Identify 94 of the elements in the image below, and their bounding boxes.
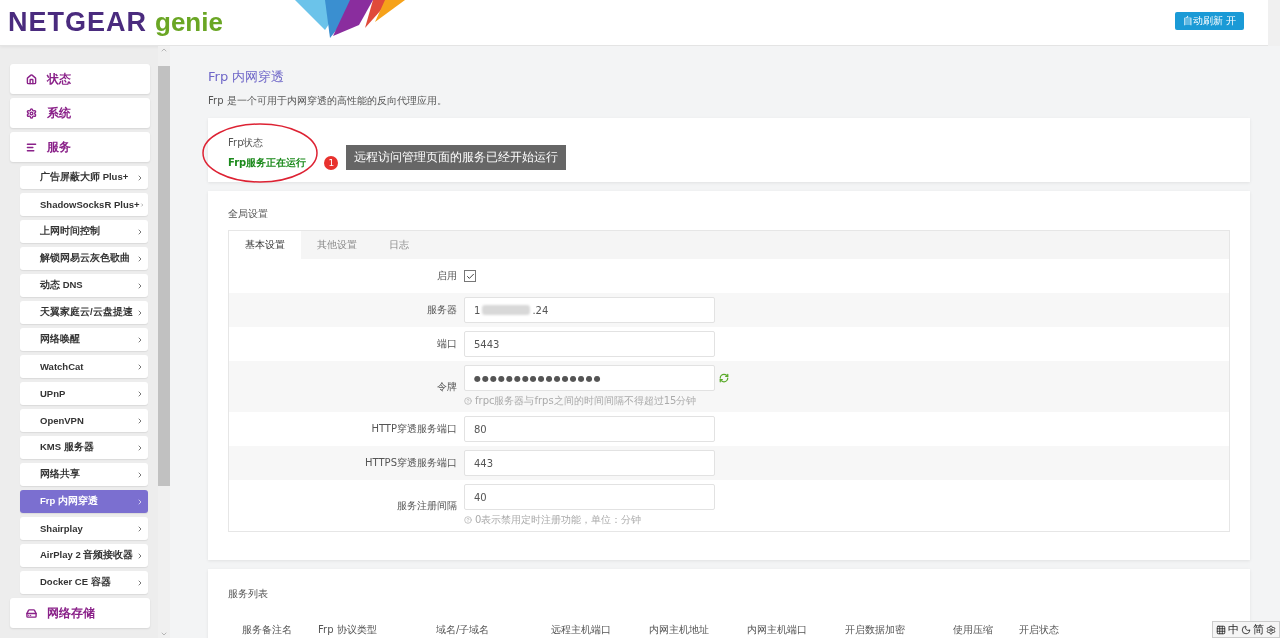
scroll-down-icon[interactable] bbox=[160, 630, 168, 638]
nav-subitem[interactable]: ShadowSocksR Plus+ bbox=[20, 193, 148, 216]
page-title: Frp 内网穿透 bbox=[208, 68, 286, 86]
status-value: Frp服务正在运行 bbox=[228, 156, 307, 170]
scrollbar[interactable] bbox=[1268, 0, 1280, 46]
logo-text: genie bbox=[155, 7, 223, 38]
chevron-icon bbox=[136, 470, 144, 479]
chevron-icon bbox=[136, 578, 144, 587]
column-header: 开启状态 bbox=[1019, 623, 1060, 637]
drive-icon bbox=[26, 607, 37, 619]
chevron-icon bbox=[136, 416, 144, 425]
ime-mode[interactable]: 简 bbox=[1253, 622, 1264, 637]
nav-item[interactable]: 状态 bbox=[10, 64, 150, 94]
ime-mode[interactable]: 中 bbox=[1228, 622, 1239, 637]
field-label: 启用 bbox=[436, 269, 458, 283]
chevron-icon bbox=[136, 389, 144, 398]
password-field[interactable]: ●●●●●●●●●●●●●●●● bbox=[464, 365, 715, 391]
column-header: 服务备注名 bbox=[242, 623, 293, 637]
nav-subitem[interactable]: 天翼家庭云/云盘提速 bbox=[20, 301, 148, 324]
section-title: 全局设置 bbox=[228, 207, 269, 221]
chevron-icon bbox=[136, 524, 144, 533]
input-field[interactable]: 443 bbox=[464, 450, 715, 476]
nav-item[interactable]: 系统 bbox=[10, 98, 150, 128]
column-header: 域名/子域名 bbox=[436, 623, 491, 637]
home-icon bbox=[26, 73, 37, 85]
refresh-icon[interactable] bbox=[719, 373, 729, 383]
nav-subitem[interactable]: 网络唤醒 bbox=[20, 328, 148, 351]
nav-subitem[interactable]: 上网时间控制 bbox=[20, 220, 148, 243]
input-field[interactable]: 40 bbox=[464, 484, 715, 510]
blurred-text bbox=[482, 305, 531, 315]
field-value: 1 bbox=[474, 304, 481, 316]
chevron-icon bbox=[136, 281, 144, 290]
chevron-icon bbox=[136, 335, 144, 344]
annotation-badge: 1 bbox=[324, 156, 339, 170]
checkbox[interactable] bbox=[464, 270, 476, 282]
field-label: 服务注册间隔 bbox=[396, 498, 458, 513]
column-header: 内网主机地址 bbox=[649, 623, 710, 637]
field-label: HTTPS穿透服务端口 bbox=[364, 456, 458, 470]
annotation-tooltip: 远程访问管理页面的服务已经开始运行 bbox=[346, 145, 567, 170]
nav-subitem[interactable]: UPnP bbox=[20, 382, 148, 405]
column-header: 内网主机端口 bbox=[747, 623, 808, 637]
section-title: 服务列表 bbox=[228, 587, 269, 601]
scroll-up-icon[interactable] bbox=[160, 46, 168, 54]
grid-icon[interactable] bbox=[1216, 624, 1226, 635]
column-header: Frp 协议类型 bbox=[318, 623, 378, 637]
check-icon bbox=[465, 271, 475, 281]
page-description: Frp 是一个可用于内网穿透的高性能的反向代理应用。 bbox=[208, 94, 448, 108]
menu-icon bbox=[26, 141, 37, 153]
nav-subitem[interactable]: AirPlay 2 音频接收器 bbox=[20, 544, 148, 567]
status-label: Frp状态 bbox=[228, 136, 265, 150]
chevron-icon bbox=[136, 497, 144, 506]
nav-subitem[interactable]: 广告屏蔽大师 Plus+ bbox=[20, 166, 148, 189]
nav-subitem[interactable]: 解锁网易云灰色歌曲 bbox=[20, 247, 148, 270]
chevron-icon bbox=[136, 443, 144, 452]
logo-text: NETGEAR bbox=[8, 7, 147, 38]
nav-subitem[interactable]: 网络共享 bbox=[20, 463, 148, 486]
chevron-icon bbox=[136, 173, 144, 182]
settings-icon[interactable] bbox=[1266, 624, 1276, 635]
nav-item[interactable]: 网络存储 bbox=[10, 598, 150, 628]
chevron-icon bbox=[139, 200, 144, 209]
nav-subitem[interactable]: 动态 DNS bbox=[20, 274, 148, 297]
column-header: 开启数据加密 bbox=[845, 623, 906, 637]
nav-subitem[interactable]: KMS 服务器 bbox=[20, 436, 148, 459]
hint-text: 0表示禁用定时注册功能，单位：分钟 bbox=[475, 513, 642, 527]
moon-icon[interactable] bbox=[1241, 624, 1251, 635]
input-field[interactable]: 80 bbox=[464, 416, 715, 442]
chevron-icon bbox=[136, 308, 144, 317]
nav-subitem[interactable]: Shairplay bbox=[20, 517, 148, 540]
chevron-icon bbox=[136, 551, 144, 560]
tab[interactable]: 其他设置 bbox=[301, 231, 373, 259]
column-header: 使用压缩 bbox=[953, 623, 994, 637]
gear-icon bbox=[26, 107, 37, 119]
nav-subitem[interactable]: OpenVPN bbox=[20, 409, 148, 432]
field-label: 服务器 bbox=[426, 303, 458, 317]
tab[interactable]: 基本设置 bbox=[229, 231, 301, 259]
nav-item[interactable]: 服务 bbox=[10, 132, 150, 162]
chevron-icon bbox=[136, 254, 144, 263]
input-field[interactable]: 5443 bbox=[464, 331, 715, 357]
chevron-icon bbox=[136, 362, 144, 371]
chevron-icon bbox=[136, 227, 144, 236]
column-header: 远程主机端口 bbox=[551, 623, 612, 637]
field-label: 令牌 bbox=[436, 379, 458, 394]
field-label: 端口 bbox=[436, 337, 458, 351]
nav-subitem[interactable]: WatchCat bbox=[20, 355, 148, 378]
tab[interactable]: 日志 bbox=[373, 231, 425, 259]
server-field[interactable]: 1 .24 bbox=[464, 297, 715, 323]
nav-subitem[interactable]: Frp 内网穿透 bbox=[20, 490, 148, 513]
help-icon bbox=[464, 516, 472, 524]
hint-text: frpc服务器与frps之间的时间间隔不得超过15分钟 bbox=[475, 394, 697, 408]
field-label: HTTP穿透服务端口 bbox=[370, 422, 458, 436]
nav-subitem[interactable]: Docker CE 容器 bbox=[20, 571, 148, 594]
field-value: .24 bbox=[532, 304, 549, 316]
scrollbar[interactable] bbox=[158, 46, 170, 638]
help-icon bbox=[464, 397, 472, 405]
